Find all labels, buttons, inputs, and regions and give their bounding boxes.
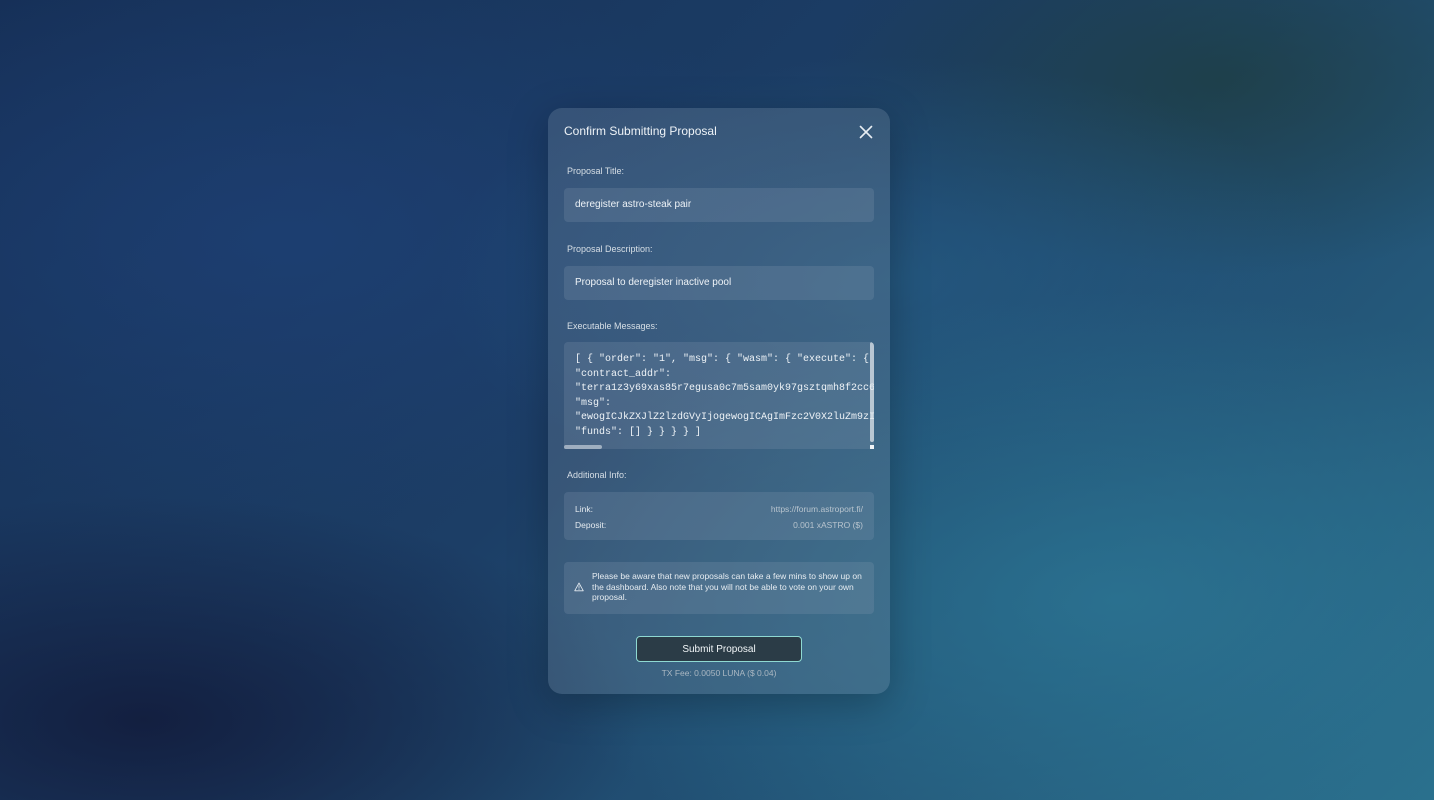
- code-line: [ { "order": "1", "msg": { "wasm": { "ex…: [575, 354, 870, 365]
- modal-title: Confirm Submitting Proposal: [564, 124, 717, 138]
- warning-notice: Please be aware that new proposals can t…: [564, 562, 874, 614]
- code-line: "terra1z3y69xas85r7egusa0c7m5sam0yk97gsz…: [575, 383, 874, 394]
- executable-messages-code: [ { "order": "1", "msg": { "wasm": { "ex…: [575, 353, 874, 440]
- code-line: "funds": [] } } } } ]: [575, 426, 702, 438]
- close-icon: [859, 125, 873, 139]
- proposal-description-label: Proposal Description:: [567, 244, 653, 254]
- proposal-title-label: Proposal Title:: [567, 166, 625, 176]
- vertical-scrollbar[interactable]: [870, 342, 874, 442]
- link-value[interactable]: https://forum.astroport.fi/: [771, 501, 863, 517]
- deposit-value: 0.001 xASTRO ($): [793, 520, 863, 530]
- horizontal-scrollbar[interactable]: [564, 445, 602, 449]
- executable-messages-textarea[interactable]: [ { "order": "1", "msg": { "wasm": { "ex…: [564, 342, 874, 449]
- close-button[interactable]: [858, 124, 874, 140]
- submit-proposal-button[interactable]: Submit Proposal: [636, 636, 802, 662]
- tx-fee: TX Fee: 0.0050 LUNA ($ 0.04): [661, 668, 777, 678]
- executable-messages-label: Executable Messages:: [567, 321, 658, 331]
- code-line: "ewogICJkZXJlZ2lzdGVyIjogewogICAgImFzc2V…: [575, 412, 874, 423]
- info-row-deposit: Deposit: 0.001 xASTRO ($): [575, 517, 863, 533]
- info-row-link: Link: https://forum.astroport.fi/: [575, 501, 863, 517]
- warning-text: Please be aware that new proposals can t…: [592, 571, 862, 602]
- code-line: "msg":: [575, 397, 612, 409]
- resize-handle[interactable]: [870, 445, 874, 449]
- code-line: "contract_addr":: [575, 368, 672, 380]
- additional-info-label: Additional Info:: [567, 470, 627, 480]
- deposit-key: Deposit:: [575, 520, 607, 530]
- confirm-proposal-modal: Confirm Submitting Proposal Proposal Tit…: [548, 108, 890, 694]
- proposal-description-field: Proposal to deregister inactive pool: [564, 266, 874, 300]
- additional-info-box: Link: https://forum.astroport.fi/ Deposi…: [564, 492, 874, 540]
- link-key: Link:: [575, 504, 593, 514]
- warning-icon: [574, 582, 584, 592]
- proposal-title-field: deregister astro-steak pair: [564, 188, 874, 222]
